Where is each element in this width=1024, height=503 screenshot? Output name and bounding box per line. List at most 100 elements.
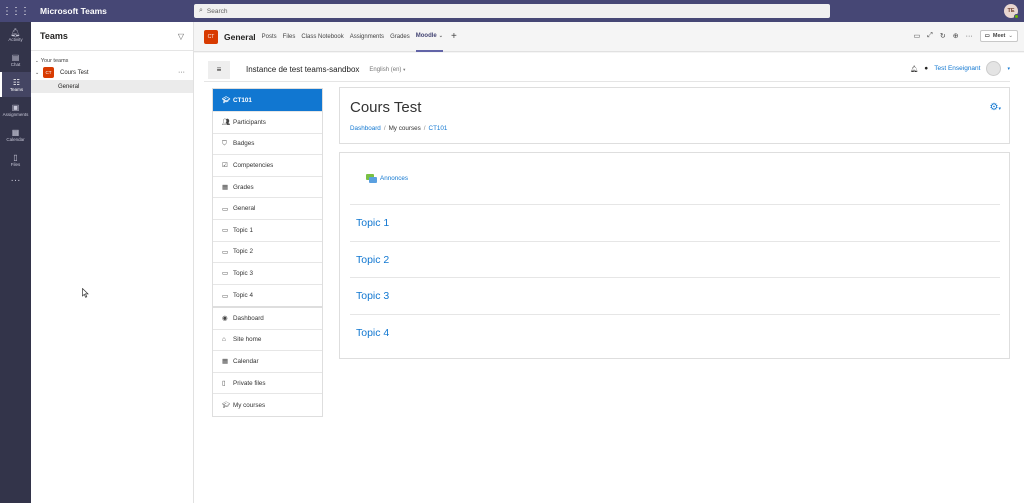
course-header-card: Cours Test Dashboard / My courses / CT101 ⚙▾ bbox=[339, 87, 1010, 144]
nav-item-topic-3[interactable]: ▭ Topic 3 bbox=[213, 263, 322, 285]
nav-item-topic-1[interactable]: ▭ Topic 1 bbox=[213, 220, 322, 242]
chevron-down-icon: ⌄ bbox=[438, 32, 443, 39]
rail-item-assignments[interactable]: ▣ Assignments bbox=[0, 97, 31, 122]
language-label: English (en) bbox=[369, 66, 402, 73]
section-topic-3[interactable]: Topic 3 bbox=[350, 277, 1000, 314]
calendar-icon: ▦ bbox=[11, 127, 20, 137]
user-avatar[interactable] bbox=[986, 61, 1002, 76]
search-input[interactable]: ⌕ Search bbox=[194, 4, 830, 18]
nav-item-dashboard[interactable]: ◉ Dashboard bbox=[213, 308, 322, 330]
your-teams-header[interactable]: ⌄ Your teams bbox=[31, 56, 193, 65]
tab-posts[interactable]: Posts bbox=[262, 22, 277, 52]
nav-label: Participants bbox=[233, 118, 266, 126]
conversation-icon[interactable]: ▭ bbox=[914, 32, 921, 40]
rail-label: Teams bbox=[9, 86, 24, 92]
section-topic-2[interactable]: Topic 2 bbox=[350, 241, 1000, 278]
tab-class-notebook[interactable]: Class Notebook bbox=[301, 22, 343, 52]
site-nav-block: ◉ Dashboard ⌂ Site home ▦ Calendar ▯ Private… bbox=[212, 307, 323, 417]
rail-label: Files bbox=[10, 161, 21, 167]
language-menu[interactable]: English (en) ▾ bbox=[369, 67, 405, 73]
teams-panel-title: Teams bbox=[40, 31, 68, 41]
folder-icon: ▭ bbox=[222, 248, 229, 256]
tab-grades[interactable]: Grades bbox=[390, 22, 410, 52]
nav-item-competencies[interactable]: ☑ Competencies bbox=[213, 155, 322, 177]
rail-label: Activity bbox=[8, 36, 23, 42]
breadcrumb-my-courses[interactable]: My courses bbox=[389, 125, 421, 132]
channel-name: General bbox=[58, 83, 80, 90]
calendar-icon: ▦ bbox=[222, 358, 229, 366]
more-options-icon[interactable]: ··· bbox=[178, 69, 185, 76]
nav-label: Grades bbox=[233, 183, 254, 191]
globe-icon[interactable]: ⊕ bbox=[953, 32, 959, 40]
nav-item-site-home[interactable]: ⌂ Site home bbox=[213, 330, 322, 352]
section-topic-1[interactable]: Topic 1 bbox=[350, 204, 1000, 241]
announcements-label: Annonces bbox=[380, 175, 409, 182]
nav-label: Private files bbox=[233, 379, 266, 387]
user-avatar[interactable]: TE bbox=[1004, 4, 1019, 19]
menu-icon[interactable]: ≡ bbox=[208, 60, 230, 79]
nav-item-my-courses[interactable]: 🎓︎ My courses bbox=[213, 394, 322, 416]
video-icon: ▭ bbox=[984, 33, 990, 39]
nav-item-grades[interactable]: ▦ Grades bbox=[213, 177, 322, 199]
folder-icon: ▭ bbox=[222, 270, 229, 278]
app-launcher-icon[interactable]: ⋮⋮⋮ bbox=[0, 0, 31, 22]
nav-label: General bbox=[233, 205, 256, 213]
nav-item-private-files[interactable]: ▯ Private files bbox=[213, 373, 322, 395]
site-name[interactable]: Instance de test teams-sandbox bbox=[246, 65, 359, 74]
folder-icon: ▭ bbox=[222, 205, 229, 213]
nav-item-topic-2[interactable]: ▭ Topic 2 bbox=[213, 242, 322, 264]
notification-icon[interactable]: 🔔︎ bbox=[910, 65, 918, 73]
nav-label: Topic 2 bbox=[233, 248, 253, 256]
folder-icon: ▭ bbox=[222, 292, 229, 300]
chat-icon: ▤ bbox=[11, 52, 20, 62]
channel-item-general[interactable]: General bbox=[31, 80, 193, 93]
nav-item-calendar[interactable]: ▦ Calendar bbox=[213, 351, 322, 373]
section-topic-4[interactable]: Topic 4 bbox=[350, 314, 1000, 351]
nav-item-course[interactable]: 🎓︎ CT101 bbox=[213, 89, 322, 112]
team-name: Cours Test bbox=[60, 69, 89, 76]
chevron-down-icon: ⌄ bbox=[1008, 33, 1013, 39]
refresh-icon[interactable]: ↻ bbox=[940, 32, 946, 40]
team-item-cours-test[interactable]: ⌄ CT Cours Test ··· bbox=[31, 65, 193, 80]
tab-moodle[interactable]: Moodle ⌄ bbox=[415, 22, 443, 52]
breadcrumb-dashboard[interactable]: Dashboard bbox=[350, 125, 381, 132]
tab-assignments[interactable]: Assignments bbox=[350, 22, 384, 52]
chevron-down-icon: ⌄ bbox=[35, 69, 40, 76]
meet-button[interactable]: ▭ Meet ⌄ bbox=[979, 30, 1018, 42]
nav-label: CT101 bbox=[233, 96, 252, 104]
nav-item-badges[interactable]: ⛉ Badges bbox=[213, 134, 322, 156]
divider bbox=[31, 50, 193, 51]
rail-item-calendar[interactable]: ▦ Calendar bbox=[0, 122, 31, 147]
announcements-link[interactable]: Annonces bbox=[366, 174, 408, 183]
tab-files[interactable]: Files bbox=[283, 22, 296, 52]
filter-icon[interactable]: ▽ bbox=[178, 32, 184, 41]
user-menu[interactable]: Test Enseignant bbox=[934, 65, 980, 72]
table-icon: ▦ bbox=[222, 184, 229, 192]
breadcrumb-course[interactable]: CT101 bbox=[429, 125, 448, 132]
rail-item-activity[interactable]: 🔔︎ Activity bbox=[0, 22, 31, 47]
more-apps-icon[interactable]: ··· bbox=[0, 175, 31, 186]
expand-icon[interactable]: ⤢ bbox=[927, 32, 933, 40]
rail-item-chat[interactable]: ▤ Chat bbox=[0, 47, 31, 72]
section-title: Topic 4 bbox=[356, 326, 390, 339]
more-options-icon[interactable]: ··· bbox=[966, 33, 973, 40]
channel-team-badge: CT bbox=[204, 29, 218, 44]
add-tab-icon[interactable]: + bbox=[451, 31, 457, 42]
rail-label: Assignments bbox=[2, 111, 29, 117]
chevron-down-icon: ⌄ bbox=[35, 57, 39, 63]
your-teams-label: Your teams bbox=[40, 57, 69, 64]
nav-label: Topic 4 bbox=[233, 292, 253, 300]
nav-item-participants[interactable]: 👥︎ Participants bbox=[213, 112, 322, 134]
app-title: Microsoft Teams bbox=[40, 6, 107, 16]
caret-down-icon[interactable]: ▾ bbox=[1007, 66, 1010, 72]
nav-item-general[interactable]: ▭ General bbox=[213, 198, 322, 220]
rail-item-files[interactable]: ▯ Files bbox=[0, 147, 31, 172]
nav-label: Topic 1 bbox=[233, 226, 253, 234]
course-settings-menu[interactable]: ⚙▾ bbox=[990, 102, 1001, 113]
nav-item-topic-4[interactable]: ▭ Topic 4 bbox=[213, 285, 322, 307]
presence-icon bbox=[1014, 14, 1019, 19]
team-badge: CT bbox=[43, 67, 54, 78]
messages-icon[interactable]: ● bbox=[924, 65, 928, 72]
rail-item-teams[interactable]: ☷ Teams bbox=[0, 72, 31, 97]
checkbox-icon: ☑ bbox=[222, 162, 228, 170]
